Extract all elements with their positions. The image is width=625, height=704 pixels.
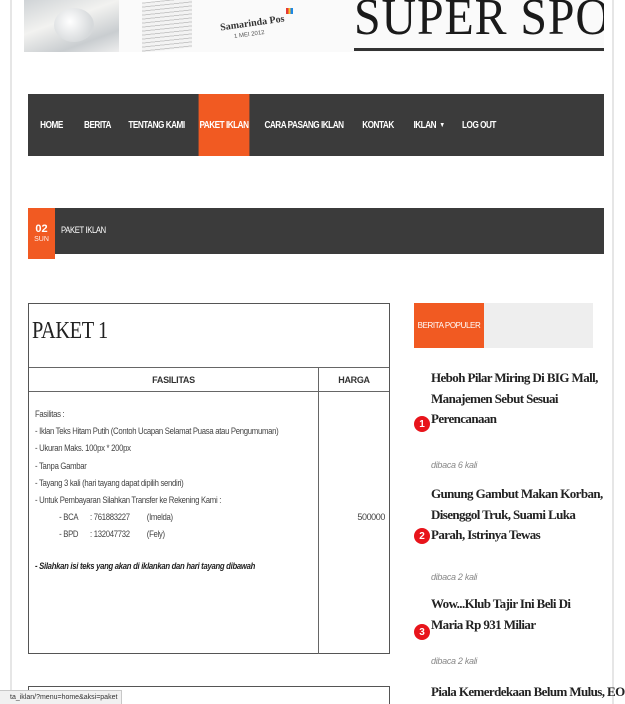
breadcrumb-bar: 02 SUN PAKET IKLAN: [28, 208, 604, 259]
bank-name: - BPD: [59, 529, 79, 540]
header-banner: Samarinda Pos 1 MEI 2012 SUPER SPORT: [24, 0, 604, 52]
browser-status-bar: ta_iklan/?menu=home&aksi=paket: [0, 690, 123, 704]
fasilitas-line: - Tanpa Gambar: [35, 460, 87, 471]
nav-item-berita[interactable]: BERITA: [79, 94, 116, 156]
page-frame-left: [10, 0, 12, 704]
nav-item-tentang-kami[interactable]: TENTANG KAMI: [127, 94, 187, 156]
bank-account-row: - BCA : 761883227 (Imelda): [35, 509, 278, 526]
fasilitas-line: - Untuk Pembayaran Silahkan Transfer ke …: [35, 495, 222, 506]
account-holder: (Fely): [146, 529, 165, 540]
bank-account-row: - BPD : 132047732 (Fely): [35, 526, 278, 543]
banner-color-mark: [286, 8, 293, 14]
instruction-note: - Silahkan isi teks yang akan di iklanka…: [35, 560, 256, 571]
nav-item-home[interactable]: HOME: [32, 94, 71, 156]
banner-photo: [24, 0, 119, 52]
read-count: dibaca 2 kali: [431, 572, 478, 582]
rank-badge: 2: [414, 528, 430, 544]
fasilitas-line: - Iklan Teks Hitam Putih (Contoh Ucapan …: [35, 426, 279, 437]
tab-berita-populer[interactable]: BERITA POPULER: [414, 303, 484, 348]
popular-item-link[interactable]: Heboh Pilar Miring Di BIG Mall, Manajeme…: [431, 368, 603, 430]
column-header-fasilitas: FASILITAS: [29, 367, 319, 392]
fasilitas-line: Fasilitas :: [35, 409, 65, 419]
column-header-harga: HARGA: [318, 367, 389, 392]
account-number: : 761883227: [90, 512, 130, 523]
price-cell: 500000: [357, 512, 385, 522]
nav-item-paket-iklan[interactable]: PAKET IKLAN: [198, 94, 250, 156]
main-nav: HOME BERITA TENTANG KAMI PAKET IKLAN CAR…: [28, 94, 604, 156]
date-month: SUN: [34, 236, 49, 243]
chevron-down-icon: ▼: [439, 121, 445, 129]
read-count: dibaca 2 kali: [431, 656, 478, 666]
nav-item-kontak[interactable]: KONTAK: [358, 94, 399, 156]
package-table: FASILITAS HARGA Fasilitas : - Iklan Teks…: [29, 367, 389, 654]
popular-item-link[interactable]: Wow...Klub Tajir Ini Beli Di Maria Rp 93…: [431, 594, 603, 635]
nav-item-cara-pasang-iklan[interactable]: CARA PASANG IKLAN: [264, 94, 344, 156]
account-holder: (Imelda): [146, 512, 173, 523]
package-panel: PAKET 1 FASILITAS HARGA Fasilitas : - Ik…: [28, 303, 390, 654]
account-number: : 132047732: [90, 529, 130, 540]
page-frame-right: [612, 0, 614, 704]
sidebar-tab-bar: BERITA POPULER: [414, 303, 593, 348]
date-badge: 02 SUN: [28, 208, 55, 259]
rank-badge: 1: [414, 416, 430, 432]
popular-item-link[interactable]: Piala Kemerdekaan Belum Mulus, EO: [431, 682, 625, 703]
breadcrumb: PAKET IKLAN: [61, 225, 106, 235]
popular-item-link[interactable]: Gunung Gambut Makan Korban, Disenggol Tr…: [431, 484, 603, 546]
nav-item-iklan[interactable]: IKLAN ▼: [408, 94, 451, 156]
rank-badge: 3: [414, 624, 430, 640]
banner-newspaper-date: 1 MEI 2012: [233, 29, 265, 41]
banner-rule: [354, 48, 604, 51]
banner-newsprint: [142, 0, 192, 52]
read-count: dibaca 6 kali: [431, 460, 478, 470]
page-title: PAKET 1: [32, 318, 108, 344]
bank-name: - BCA: [59, 512, 79, 523]
fasilitas-line: - Tayang 3 kali (hari tayang dapat dipil…: [35, 477, 184, 488]
fasilitas-cell: Fasilitas : - Iklan Teks Hitam Putih (Co…: [29, 391, 319, 654]
banner-masthead: SUPER SPORT: [354, 0, 604, 46]
fasilitas-line: - Ukuran Maks. 100px * 200px: [35, 443, 131, 454]
date-day: 02: [35, 223, 48, 235]
nav-item-logout[interactable]: LOG OUT: [459, 94, 498, 156]
